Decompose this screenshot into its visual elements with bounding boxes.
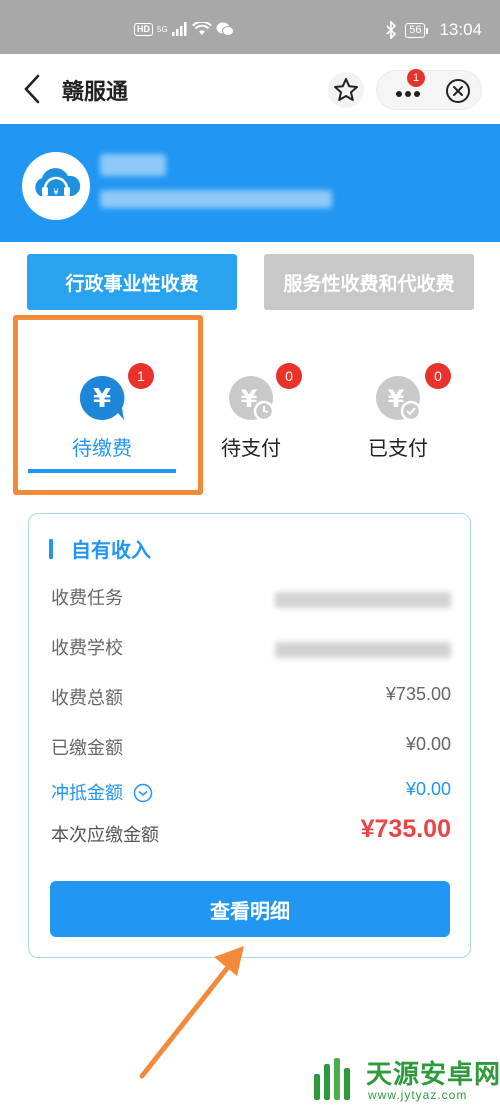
row-value: ¥735.00: [385, 684, 451, 704]
category-service-fees[interactable]: 服务性收费和代收费: [264, 254, 474, 310]
view-details-button[interactable]: 查看明细: [50, 881, 450, 937]
row-label: 已缴金额: [51, 738, 123, 759]
tab-label: 已支付: [368, 436, 428, 460]
card-header: 自有收入: [49, 534, 151, 563]
row-fee-task: 收费任务: [51, 584, 451, 614]
signal-label: 5G: [157, 24, 168, 34]
back-icon[interactable]: [18, 72, 48, 106]
redacted-task-value: [275, 592, 451, 608]
redacted-user-name: [100, 154, 166, 176]
row-amount-due: 本次应缴金额 ¥735.00: [51, 815, 451, 851]
tab-paid[interactable]: ¥ 0 已支付: [323, 362, 473, 472]
wechat-icon: [216, 22, 234, 36]
tab-badge: 0: [425, 363, 451, 389]
row-label-wrap: 冲抵金额: [51, 779, 153, 805]
tab-badge: 0: [276, 363, 302, 389]
row-value: ¥0.00: [405, 734, 451, 754]
clock: 13:04: [439, 20, 482, 39]
wifi-icon: [191, 22, 212, 35]
card-title: 自有收入: [71, 538, 151, 562]
row-fee-total: 收费总额 ¥735.00: [51, 684, 451, 714]
nav-bar: 赣服通 1: [0, 54, 500, 124]
user-banner: ¥: [0, 124, 500, 242]
row-value: ¥0.00: [405, 779, 451, 799]
status-left: HD 5G: [134, 22, 234, 36]
card-title-bar: [49, 538, 53, 559]
avatar: ¥: [22, 152, 90, 220]
star-icon: [334, 78, 358, 101]
yuan-clock-icon: ¥: [229, 376, 275, 422]
redacted-school-value: [275, 642, 451, 658]
more-badge: 1: [407, 69, 425, 87]
row-offset-amount[interactable]: 冲抵金额 ¥0.00: [51, 779, 451, 809]
row-label: 冲抵金额: [51, 783, 123, 804]
page-title: 赣服通: [62, 80, 129, 105]
row-label: 收费总额: [51, 688, 123, 709]
category-administrative-fees[interactable]: 行政事业性收费: [27, 254, 237, 310]
amount-due-value: ¥735.00: [360, 815, 451, 843]
row-paid-amount: 已缴金额 ¥0.00: [51, 734, 451, 764]
annotation-highlight-box: [13, 315, 203, 495]
favorite-button[interactable]: [328, 72, 364, 108]
battery-icon: 56: [405, 22, 429, 38]
row-fee-school: 收费学校: [51, 634, 451, 664]
row-label: 收费学校: [51, 638, 123, 659]
service-logo-icon: ¥: [35, 168, 81, 198]
hd-badge: HD: [134, 22, 153, 36]
status-right: 56 13:04: [385, 20, 482, 40]
chevron-down-icon[interactable]: [133, 783, 153, 803]
row-label: 本次应缴金额: [51, 825, 159, 846]
signal-icon: [171, 22, 187, 36]
status-bar: HD 5G 56 13:04: [0, 0, 500, 54]
watermark: 天源安卓网 www.jytyaz.com: [308, 1050, 500, 1108]
watermark-logo: [314, 1058, 350, 1100]
fee-card: 自有收入 收费任务 收费学校 收费总额 ¥735.00 已缴金额 ¥0.00 冲…: [28, 513, 471, 958]
miniapp-capsule: 1: [376, 69, 482, 110]
row-label: 收费任务: [51, 588, 123, 609]
bluetooth-icon: [386, 21, 397, 39]
watermark-name: 天源安卓网: [366, 1060, 500, 1090]
svg-text:¥: ¥: [53, 188, 59, 198]
close-icon[interactable]: [445, 78, 471, 104]
watermark-url: www.jytyaz.com: [368, 1088, 468, 1102]
yuan-check-icon: ¥: [376, 376, 422, 422]
redacted-user-id: [100, 190, 332, 208]
